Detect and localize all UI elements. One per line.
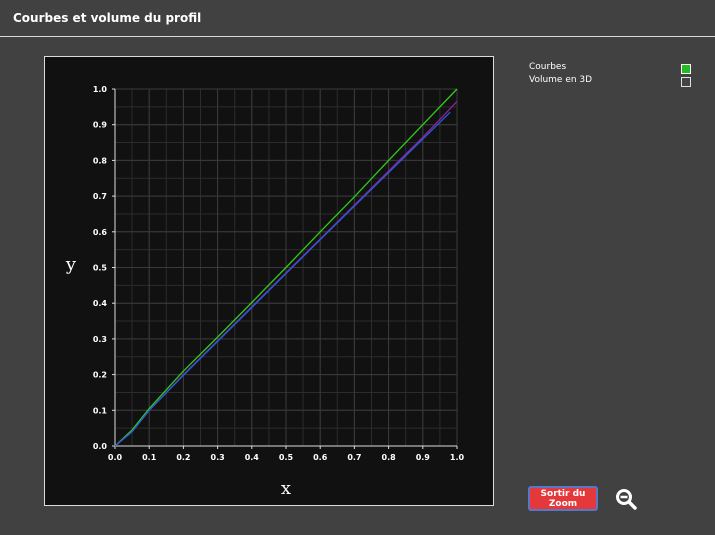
chart: 0.0 0.1 0.2 0.3 0.4 0.5 0.6 0.7 0.8 0.9 1.0 0.0 0.1 0… xyxy=(65,85,465,499)
title-bar: Courbes et volume du profil xyxy=(0,0,715,37)
y-tick-label: 0.3 xyxy=(93,335,107,344)
x-tick-label: 0.9 xyxy=(416,453,431,462)
y-tick-label: 0.0 xyxy=(93,442,108,451)
y-tick-label: 0.4 xyxy=(93,299,108,308)
x-tick-label: 0.6 xyxy=(313,453,328,462)
x-axis-label: x xyxy=(281,478,291,499)
series-line-2 xyxy=(114,111,451,447)
y-tick-label: 0.2 xyxy=(93,371,107,380)
window-title: Courbes et volume du profil xyxy=(13,11,202,25)
x-tick-label: 0.2 xyxy=(176,453,190,462)
courbes-checkbox[interactable] xyxy=(681,64,691,74)
x-tick-label: 0.7 xyxy=(347,453,361,462)
exit-zoom-button[interactable]: Sortir du Zoom xyxy=(528,486,598,511)
x-tick-label: 1.0 xyxy=(450,453,465,462)
legend: Courbes Volume en 3D xyxy=(529,62,693,88)
legend-label: Courbes xyxy=(529,62,567,72)
y-tick-label: 1.0 xyxy=(93,85,108,94)
y-axis-label: y xyxy=(65,254,77,275)
y-tick-label: 0.5 xyxy=(93,264,108,273)
x-tick-label: 0.0 xyxy=(108,453,123,462)
y-tick-label: 0.7 xyxy=(93,192,107,201)
x-tick-label: 0.8 xyxy=(382,453,397,462)
x-tick-label: 0.1 xyxy=(142,453,157,462)
y-tick-label: 0.9 xyxy=(93,121,108,130)
plot-area[interactable]: 0.0 0.1 0.2 0.3 0.4 0.5 0.6 0.7 0.8 0.9 1.0 0.0 0.1 0… xyxy=(44,56,494,506)
zoom-out-icon[interactable] xyxy=(614,487,638,511)
x-tick-label: 0.3 xyxy=(211,453,225,462)
y-tick-label: 0.6 xyxy=(93,228,108,237)
y-tick-label: 0.1 xyxy=(93,406,108,415)
legend-item-volume-3d[interactable]: Volume en 3D xyxy=(529,75,693,88)
x-tick-label: 0.5 xyxy=(279,453,294,462)
x-tick-label: 0.4 xyxy=(245,453,260,462)
volume-3d-checkbox[interactable] xyxy=(681,77,691,87)
y-tick-label: 0.8 xyxy=(93,156,108,165)
legend-label: Volume en 3D xyxy=(529,75,593,85)
legend-item-courbes[interactable]: Courbes xyxy=(529,62,693,75)
